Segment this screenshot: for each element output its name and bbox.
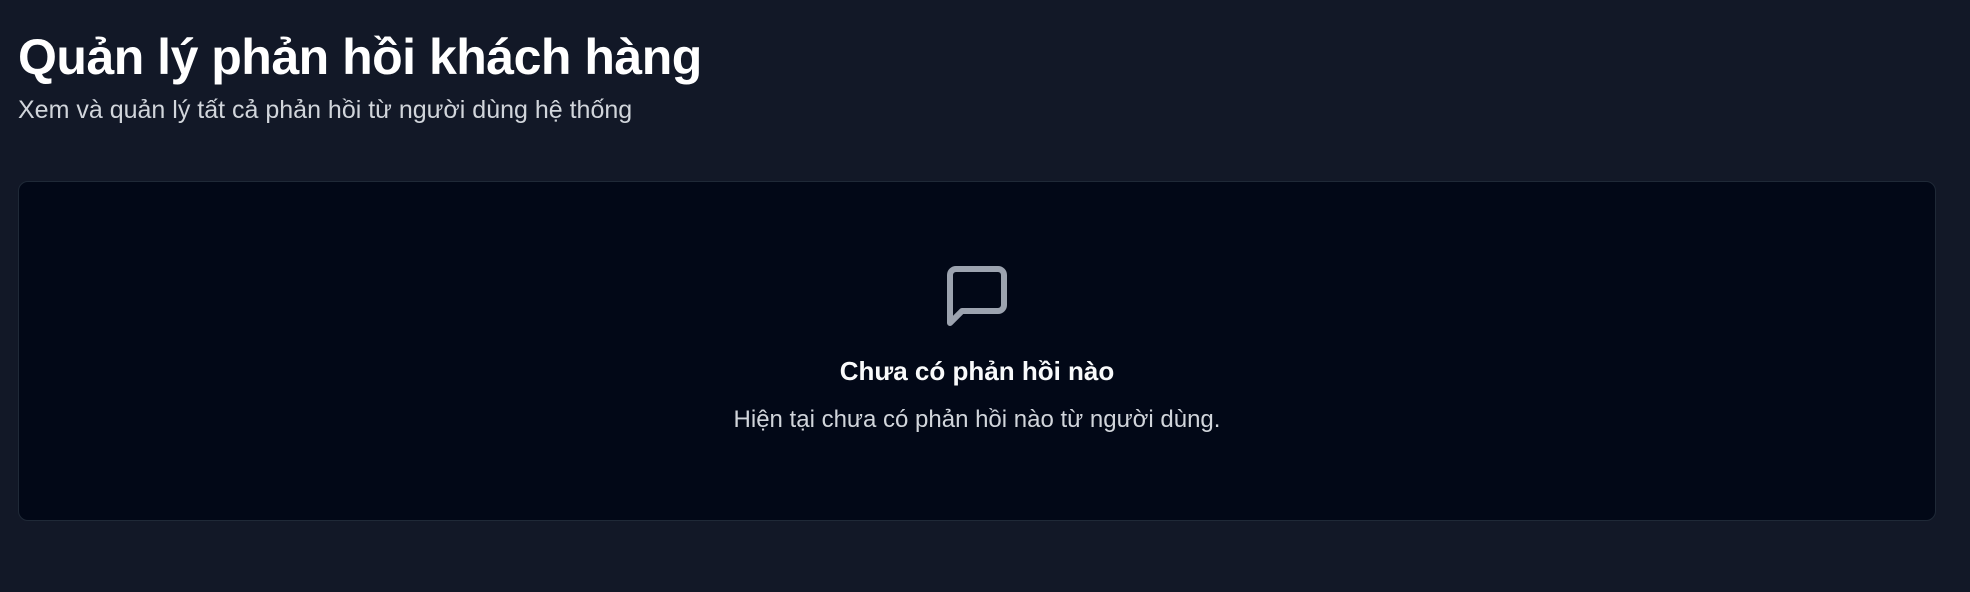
feedback-management-page: Quản lý phản hồi khách hàng Xem và quản … xyxy=(0,0,1970,592)
page-subtitle: Xem và quản lý tất cả phản hồi từ người … xyxy=(18,96,633,124)
message-square-icon xyxy=(941,260,1013,332)
empty-state-card: Chưa có phản hồi nào Hiện tại chưa có ph… xyxy=(18,181,1936,521)
page-title: Quản lý phản hồi khách hàng xyxy=(18,29,702,85)
empty-state-description: Hiện tại chưa có phản hồi nào từ người d… xyxy=(733,406,1221,433)
empty-state-title: Chưa có phản hồi nào xyxy=(839,356,1115,386)
